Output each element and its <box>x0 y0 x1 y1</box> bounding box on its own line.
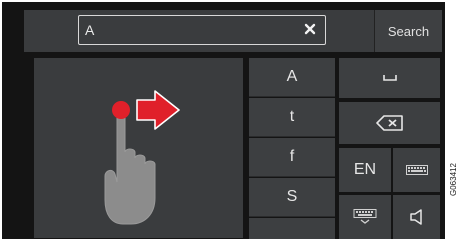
suggestion-3[interactable]: f <box>249 138 335 177</box>
suggestion-2[interactable]: t <box>249 98 335 137</box>
touch-point-icon <box>112 101 130 119</box>
keyboard-hide-icon <box>353 209 377 224</box>
keyboard-icon <box>405 165 428 175</box>
hide-keyboard-key[interactable] <box>339 195 391 239</box>
clear-icon[interactable] <box>303 22 317 36</box>
volume-key[interactable] <box>393 195 440 239</box>
keyboard-layout-key[interactable] <box>393 148 440 192</box>
swipe-gesture-illustration <box>104 90 180 225</box>
language-key[interactable]: EN <box>339 148 391 192</box>
arrow-right-icon <box>136 90 180 130</box>
search-button[interactable]: Search <box>374 10 442 52</box>
touchscreen: A Search A t f S EN <box>2 2 445 239</box>
suggestion-1[interactable]: A <box>249 58 335 97</box>
speaker-icon <box>409 209 422 225</box>
space-icon <box>382 75 397 81</box>
suggestion-4[interactable]: S <box>249 178 335 217</box>
backspace-key[interactable] <box>339 102 440 144</box>
search-input-value: A <box>85 22 95 38</box>
space-key[interactable] <box>339 58 440 98</box>
figure-code: G063412 <box>449 163 458 196</box>
suggestion-5[interactable] <box>249 218 335 239</box>
search-input[interactable]: A <box>78 15 326 45</box>
backspace-icon <box>375 115 403 131</box>
